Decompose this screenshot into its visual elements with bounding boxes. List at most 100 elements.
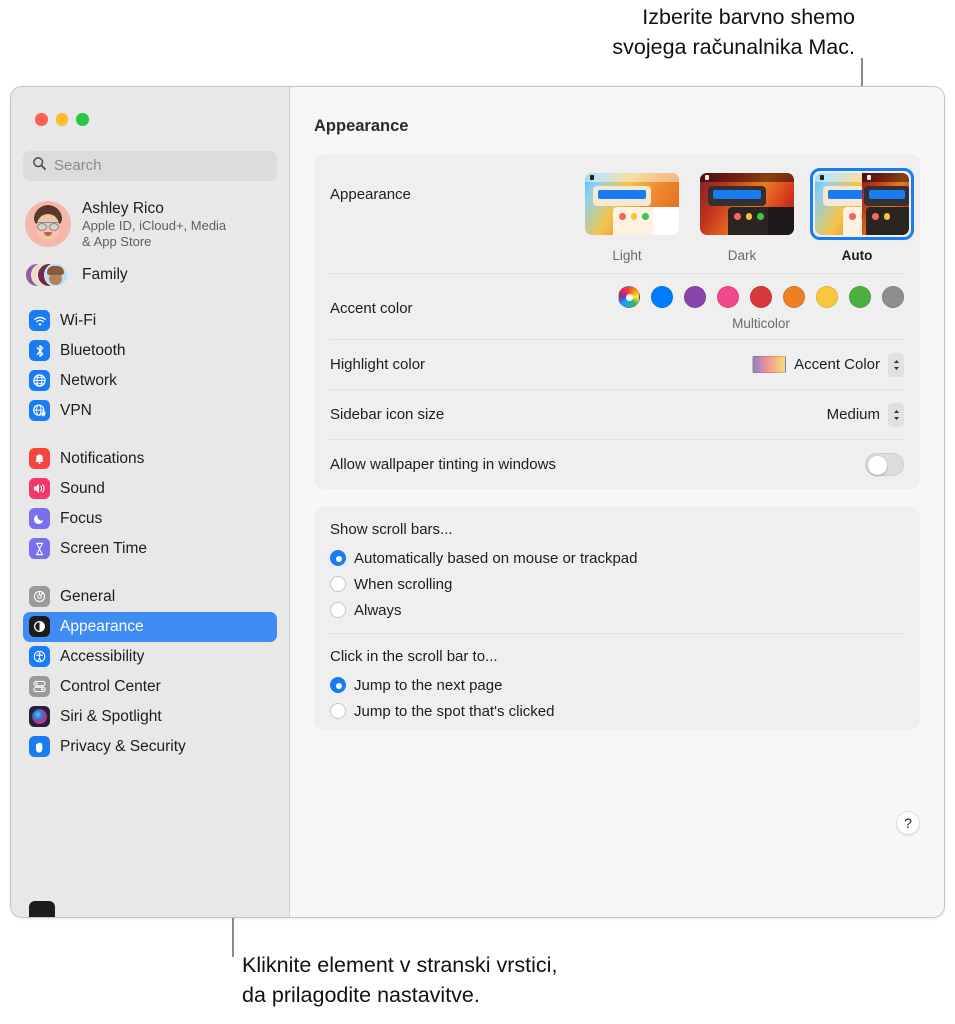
accent-swatch-yellow[interactable] xyxy=(816,286,838,308)
accent-swatch-graphite[interactable] xyxy=(882,286,904,308)
sidebar-item-focus[interactable]: Focus xyxy=(23,504,277,534)
sidebar-item-label: Control Center xyxy=(60,677,161,695)
radio-scrollbars-automatic[interactable]: Automatically based on mouse or trackpad xyxy=(330,545,904,571)
sidebar-item-desktop-dock-icon[interactable] xyxy=(29,901,55,917)
sidebar-item-screen-time[interactable]: Screen Time xyxy=(23,534,277,564)
callout-bottom: Kliknite element v stranski vrstici, da … xyxy=(242,950,557,1010)
highlight-color-row: Highlight color Accent Color xyxy=(330,339,904,389)
accent-swatch-orange[interactable] xyxy=(783,286,805,308)
accent-color-row: Accent color Multicolor xyxy=(330,273,904,339)
accent-swatch-purple[interactable] xyxy=(684,286,706,308)
appearance-option-label: Light xyxy=(612,248,642,263)
hourglass-icon xyxy=(29,538,50,559)
sidebar-item-vpn[interactable]: VPN xyxy=(23,396,277,426)
radio-label: Automatically based on mouse or trackpad xyxy=(354,549,638,567)
moon-icon xyxy=(29,508,50,529)
accent-swatch-pink[interactable] xyxy=(717,286,739,308)
control-center-icon xyxy=(29,676,50,697)
content-pane: Appearance Appearance Light Dark Auto Ac… xyxy=(290,87,944,917)
sidebar-item-notifications[interactable]: Notifications xyxy=(23,444,277,474)
radio-label: Always xyxy=(354,601,402,619)
highlight-color-value: Accent Color xyxy=(794,356,880,373)
scrollbar-click-title: Click in the scroll bar to... xyxy=(330,648,498,665)
appearance-settings-card: Appearance Light Dark Auto Accent color … xyxy=(314,154,920,489)
sidebar-item-label: VPN xyxy=(60,401,92,419)
accent-swatch-multicolor[interactable] xyxy=(618,286,640,308)
minimize-button[interactable] xyxy=(55,113,68,126)
sidebar-item-appearance[interactable]: Appearance xyxy=(23,611,277,642)
sidebar-item-privacy-security[interactable]: Privacy & Security xyxy=(23,732,277,762)
bluetooth-icon xyxy=(29,340,50,361)
gear-icon xyxy=(29,586,50,607)
scrollbar-click-section: Click in the scroll bar to... Jump to th… xyxy=(330,633,904,730)
highlight-color-popup[interactable]: Accent Color xyxy=(752,352,904,377)
family-row[interactable]: Family xyxy=(23,260,277,290)
scrollbar-settings-card: Show scroll bars... Automatically based … xyxy=(314,507,920,730)
appearance-icon xyxy=(29,616,50,637)
show-scroll-bars-section: Show scroll bars... Automatically based … xyxy=(330,507,904,629)
appearance-option-label: Auto xyxy=(841,248,873,263)
appearance-option-dark[interactable]: Dark xyxy=(695,168,794,263)
wifi-icon xyxy=(29,310,50,331)
sidebar: Search Ashley Rico Apple ID, iCloud+, Me… xyxy=(11,87,290,917)
account-subtitle-line2: & App Store xyxy=(82,233,152,249)
accent-swatch-blue[interactable] xyxy=(651,286,673,308)
search-placeholder: Search xyxy=(54,157,102,174)
radio-click-next-page[interactable]: Jump to the next page xyxy=(330,672,904,698)
radio-button[interactable] xyxy=(330,703,346,719)
window-controls xyxy=(23,87,277,126)
sidebar-item-control-center[interactable]: Control Center xyxy=(23,672,277,702)
accessibility-icon xyxy=(29,646,50,667)
sidebar-item-sound[interactable]: Sound xyxy=(23,474,277,504)
wallpaper-tinting-row: Allow wallpaper tinting in windows xyxy=(330,439,904,489)
search-icon xyxy=(32,156,47,176)
wallpaper-tinting-toggle[interactable] xyxy=(865,453,904,476)
sidebar-icon-size-row: Sidebar icon size Medium xyxy=(330,389,904,439)
zoom-button[interactable] xyxy=(76,113,89,126)
sidebar-item-accessibility[interactable]: Accessibility xyxy=(23,642,277,672)
account-name: Ashley Rico xyxy=(82,199,164,217)
sidebar-item-label: Wi-Fi xyxy=(60,311,97,329)
appearance-options: Light Dark Auto xyxy=(580,168,914,263)
search-input[interactable]: Search xyxy=(23,150,277,181)
sidebar-item-label: Accessibility xyxy=(60,647,145,665)
sidebar-group-system: Notifications Sound Focus Screen Time xyxy=(23,444,277,564)
help-button[interactable]: ? xyxy=(896,811,920,835)
sidebar-item-label: Focus xyxy=(60,509,103,527)
highlight-color-label: Highlight color xyxy=(330,356,426,373)
radio-scrollbars-when-scrolling[interactable]: When scrolling xyxy=(330,571,904,597)
hand-icon xyxy=(29,736,50,757)
radio-button[interactable] xyxy=(330,677,346,693)
callout-top-line1: Izberite barvno shemo xyxy=(642,5,855,29)
avatar xyxy=(25,201,71,247)
radio-scrollbars-always[interactable]: Always xyxy=(330,597,904,623)
vpn-globe-icon xyxy=(29,400,50,421)
account-subtitle-line1: Apple ID, iCloud+, Media xyxy=(82,217,227,233)
sidebar-item-network[interactable]: Network xyxy=(23,366,277,396)
appearance-option-light[interactable]: Light xyxy=(580,168,679,263)
accent-swatch-green[interactable] xyxy=(849,286,871,308)
sidebar-item-label: Siri & Spotlight xyxy=(60,707,162,725)
sidebar-item-siri-spotlight[interactable]: Siri & Spotlight xyxy=(23,702,277,732)
sidebar-icon-size-popup[interactable]: Medium xyxy=(827,402,904,427)
radio-button[interactable] xyxy=(330,550,346,566)
radio-button[interactable] xyxy=(330,576,346,592)
sidebar-item-bluetooth[interactable]: Bluetooth xyxy=(23,336,277,366)
callout-bottom-line2: da prilagodite nastavitve. xyxy=(242,983,480,1007)
sidebar-item-label: Notifications xyxy=(60,449,145,467)
sidebar-icon-size-label: Sidebar icon size xyxy=(330,406,445,423)
sidebar-item-label: Privacy & Security xyxy=(60,737,186,755)
appearance-option-label: Dark xyxy=(727,248,757,263)
sidebar-group-network: Wi-Fi Bluetooth Network VPN xyxy=(23,306,277,426)
account-row[interactable]: Ashley Rico Apple ID, iCloud+, Media & A… xyxy=(23,199,277,250)
appearance-option-auto[interactable]: Auto xyxy=(810,168,914,263)
radio-button[interactable] xyxy=(330,602,346,618)
accent-swatch-red[interactable] xyxy=(750,286,772,308)
sidebar-item-label: Appearance xyxy=(60,617,144,635)
sidebar-item-wi-fi[interactable]: Wi-Fi xyxy=(23,306,277,336)
close-button[interactable] xyxy=(35,113,48,126)
chevron-updown-icon xyxy=(888,402,904,427)
sidebar-item-general[interactable]: General xyxy=(23,582,277,612)
sidebar-item-label: Bluetooth xyxy=(60,341,126,359)
radio-click-spot-clicked[interactable]: Jump to the spot that's clicked xyxy=(330,698,904,724)
